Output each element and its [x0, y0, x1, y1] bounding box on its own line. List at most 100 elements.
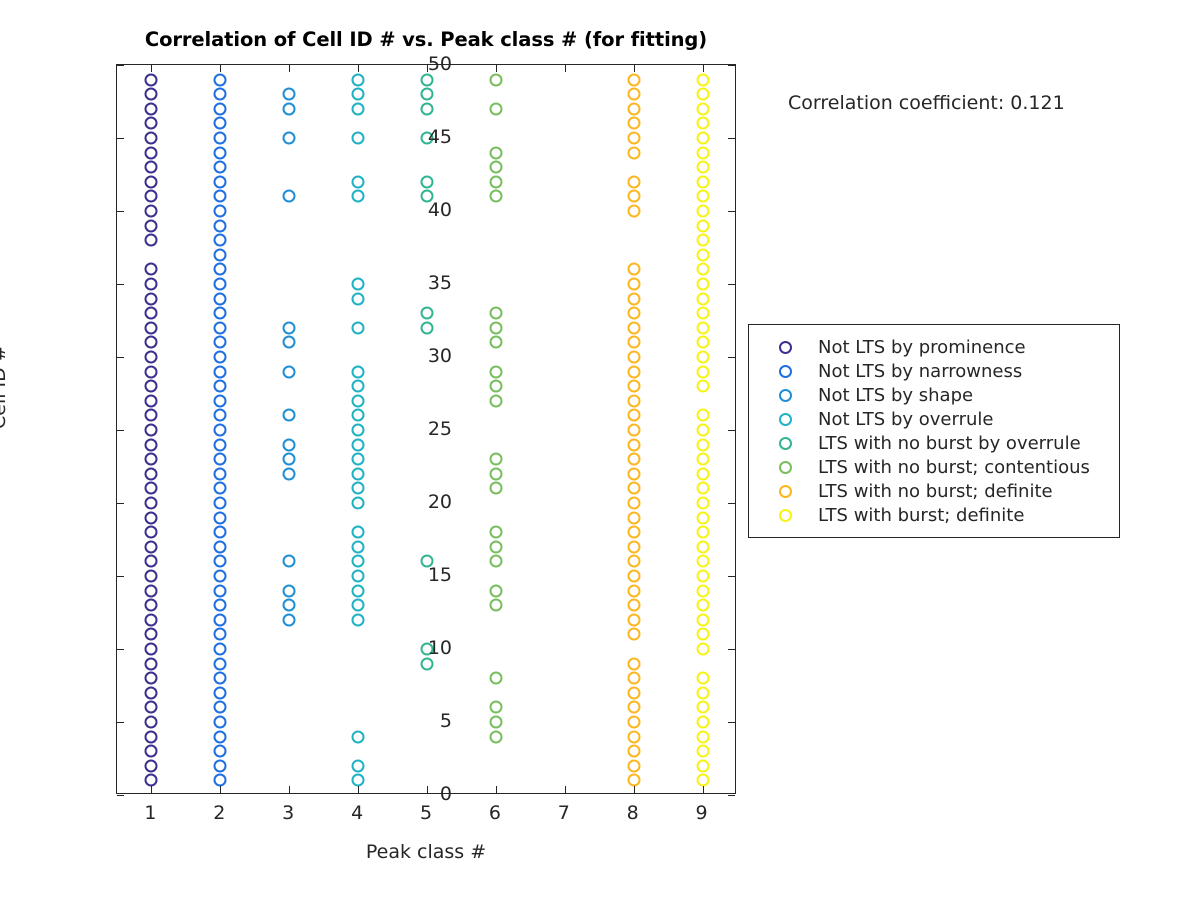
scatter-point: [144, 657, 158, 671]
scatter-point: [213, 277, 227, 291]
legend-item-5[interactable]: LTS with no burst; contentious: [749, 455, 1119, 479]
scatter-point: [351, 759, 365, 773]
scatter-point: [489, 540, 503, 554]
legend-item-label: LTS with burst; definite: [818, 504, 1025, 526]
scatter-point: [420, 73, 434, 87]
y-axis-tick: [117, 649, 124, 650]
scatter-point: [144, 511, 158, 525]
scatter-point: [696, 438, 710, 452]
scatter-point: [351, 467, 365, 481]
legend-marker-icon: [779, 508, 792, 522]
legend-marker-icon: [779, 412, 792, 426]
legend-item-6[interactable]: LTS with no burst; definite: [749, 479, 1119, 503]
y-axis-tick: [728, 211, 735, 212]
scatter-point: [213, 131, 227, 145]
scatter-point: [627, 657, 641, 671]
y-axis-tick: [728, 503, 735, 504]
x-axis-tick-label: 1: [144, 802, 157, 824]
legend-item-1[interactable]: Not LTS by narrowness: [749, 359, 1119, 383]
legend-item-0[interactable]: Not LTS by prominence: [749, 335, 1119, 359]
scatter-point: [351, 73, 365, 87]
scatter-point: [144, 627, 158, 641]
scatter-point: [144, 160, 158, 174]
y-axis-tick-label: 30: [427, 345, 452, 367]
scatter-point: [627, 598, 641, 612]
scatter-point: [627, 350, 641, 364]
scatter-point: [213, 394, 227, 408]
scatter-point: [144, 671, 158, 685]
scatter-point: [627, 511, 641, 525]
scatter-point: [144, 773, 158, 787]
scatter-point: [627, 452, 641, 466]
x-axis-tick-label: 9: [695, 802, 708, 824]
y-axis-tick: [117, 430, 124, 431]
scatter-point: [144, 613, 158, 627]
scatter-point: [144, 350, 158, 364]
scatter-point: [351, 423, 365, 437]
scatter-point: [696, 423, 710, 437]
scatter-point: [213, 671, 227, 685]
scatter-point: [351, 131, 365, 145]
scatter-point: [144, 744, 158, 758]
y-axis-tick: [728, 284, 735, 285]
scatter-point: [213, 160, 227, 174]
legend-item-2[interactable]: Not LTS by shape: [749, 383, 1119, 407]
scatter-point: [144, 306, 158, 320]
scatter-point: [144, 423, 158, 437]
scatter-point: [696, 160, 710, 174]
legend-item-4[interactable]: LTS with no burst by overrule: [749, 431, 1119, 455]
legend-box[interactable]: Not LTS by prominence Not LTS by narrowne…: [748, 324, 1120, 538]
legend-item-3[interactable]: Not LTS by overrule: [749, 407, 1119, 431]
scatter-point: [213, 204, 227, 218]
scatter-point: [489, 554, 503, 568]
scatter-point: [627, 438, 641, 452]
y-axis-tick: [117, 503, 124, 504]
scatter-point: [213, 613, 227, 627]
x-axis-tick-label: 3: [282, 802, 295, 824]
scatter-point: [420, 102, 434, 116]
scatter-point: [627, 744, 641, 758]
scatter-point: [489, 730, 503, 744]
scatter-point: [213, 657, 227, 671]
x-axis-tick: [358, 786, 360, 793]
scatter-point: [696, 204, 710, 218]
y-axis-tick-label: 40: [427, 199, 452, 221]
scatter-point: [696, 467, 710, 481]
scatter-point: [213, 175, 227, 189]
scatter-point: [696, 219, 710, 233]
scatter-point: [213, 584, 227, 598]
legend-marker-icon: [779, 484, 792, 498]
scatter-point: [696, 496, 710, 510]
scatter-point: [351, 394, 365, 408]
scatter-point: [696, 525, 710, 539]
scatter-point: [627, 175, 641, 189]
scatter-point: [696, 102, 710, 116]
scatter-point: [489, 700, 503, 714]
scatter-point: [696, 73, 710, 87]
scatter-point: [213, 306, 227, 320]
x-axis-tick: [358, 65, 360, 72]
scatter-point: [351, 292, 365, 306]
scatter-point: [213, 438, 227, 452]
legend-item-7[interactable]: LTS with burst; definite: [749, 503, 1119, 527]
y-axis-label: Cell ID #: [0, 345, 10, 429]
x-axis-tick: [702, 786, 704, 793]
scatter-point: [627, 759, 641, 773]
scatter-point: [213, 408, 227, 422]
scatter-point: [489, 715, 503, 729]
scatter-point: [282, 613, 296, 627]
scatter-point: [627, 365, 641, 379]
x-axis-tick-label: 7: [557, 802, 570, 824]
scatter-point: [144, 116, 158, 130]
scatter-point: [351, 189, 365, 203]
scatter-point: [696, 379, 710, 393]
y-axis-tick-label: 35: [427, 272, 452, 294]
scatter-point: [351, 569, 365, 583]
scatter-point: [213, 248, 227, 262]
scatter-point: [213, 744, 227, 758]
y-axis-tick: [728, 649, 735, 650]
x-axis-tick: [220, 65, 222, 72]
scatter-point: [213, 730, 227, 744]
scatter-point: [144, 335, 158, 349]
y-axis-tick: [117, 65, 124, 66]
